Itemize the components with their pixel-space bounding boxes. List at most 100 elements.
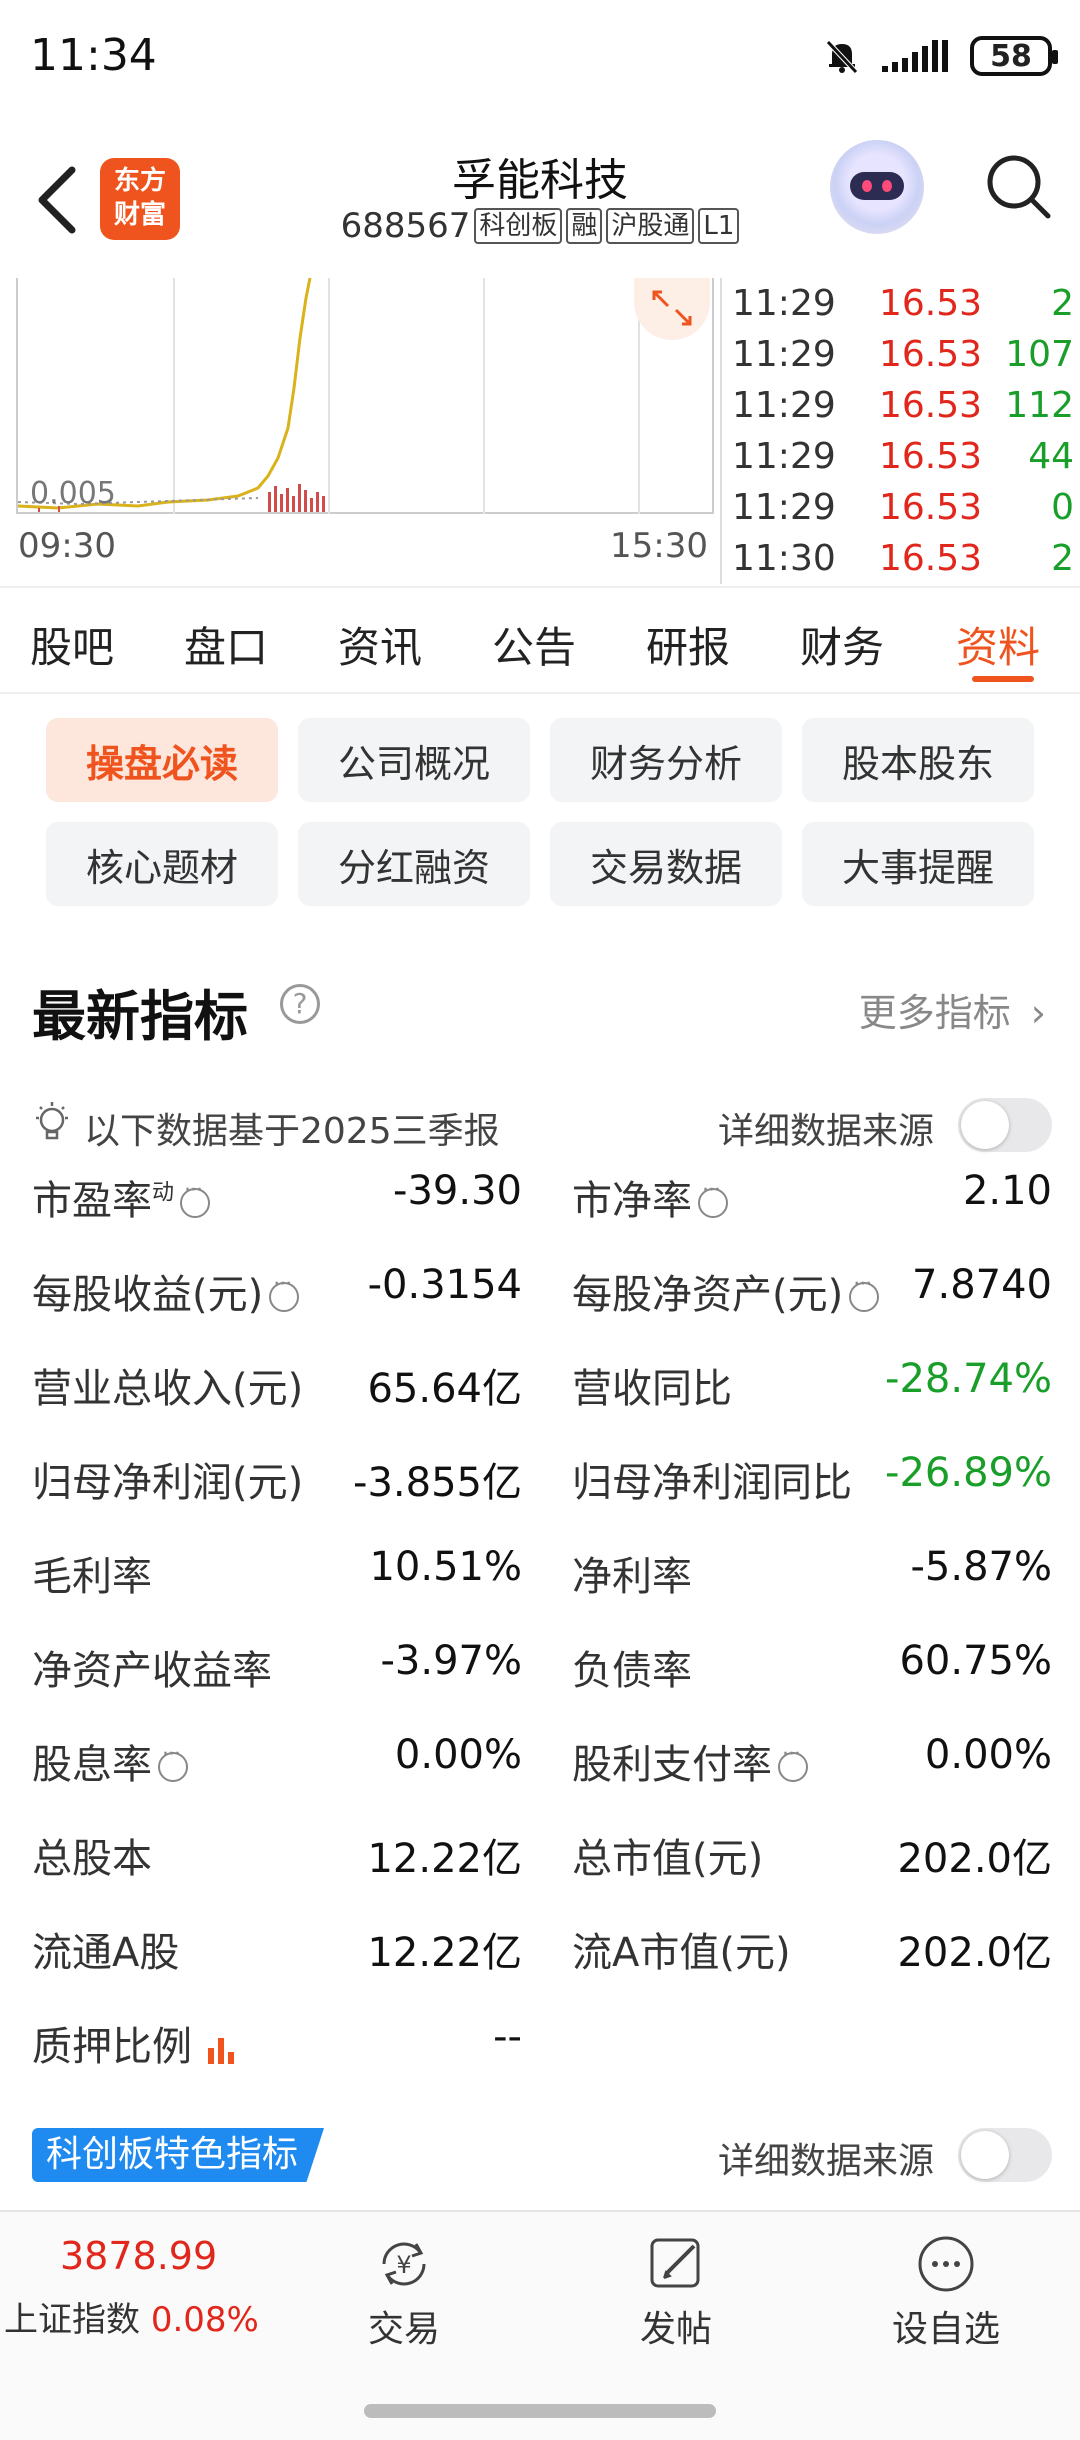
index-label: 上证指数 0.08%: [4, 2300, 259, 2340]
metric-label: 流通A股: [32, 1930, 180, 1976]
tick-time: 11:29: [732, 436, 836, 477]
expand-chart-button[interactable]: [634, 278, 710, 340]
metric-value: -28.74%: [885, 1356, 1052, 1402]
metric-label: 质押比例: [32, 2014, 238, 2072]
metric-label: 归母净利润同比: [572, 1460, 852, 1506]
home-indicator[interactable]: [364, 2404, 716, 2418]
search-icon[interactable]: [982, 150, 1054, 222]
metric-value: 202.0亿: [897, 1836, 1052, 1882]
ai-assistant-avatar[interactable]: [830, 140, 924, 234]
tick-time: 11:29: [732, 487, 836, 528]
metric-value: 0.00%: [924, 1732, 1052, 1778]
tab-announcements[interactable]: 公告: [492, 614, 576, 675]
more-dots-icon: [918, 2236, 974, 2292]
tick-time: 11:29: [732, 283, 836, 324]
info-dots-icon[interactable]: [269, 1272, 300, 1312]
tick-time: 11:30: [732, 538, 836, 579]
more-metrics-link[interactable]: 更多指标 ›: [859, 982, 1046, 1037]
metric-label: 净利率: [572, 1554, 692, 1600]
tick-row: 11:29 16.53 112: [722, 380, 1080, 431]
kcb-data-source-label: 详细数据来源: [718, 2141, 935, 2182]
tick-price: 16.53: [878, 385, 982, 426]
section-title: 最新指标: [32, 985, 248, 1048]
tick-time: 11:29: [732, 334, 836, 375]
tab-pankou[interactable]: 盘口: [184, 614, 268, 675]
metric-row: 净资产收益率 -3.97% 负债率 60.75%: [32, 1638, 1052, 1732]
subtab-dividends-financing[interactable]: 分红融资: [298, 822, 530, 906]
metric-label: 总股本: [32, 1836, 152, 1882]
nav-add-watchlist[interactable]: 设自选: [866, 2232, 1026, 2352]
data-source-toggle[interactable]: [958, 1098, 1052, 1152]
nav-post[interactable]: 发帖: [596, 2232, 756, 2352]
chart-start-time: 09:30: [18, 526, 116, 566]
info-dots-icon[interactable]: [778, 1742, 808, 1782]
stock-code: 688567: [340, 206, 471, 246]
metric-value: 65.64亿: [367, 1366, 522, 1412]
nav-trade-label: 交易: [367, 2309, 440, 2350]
chart-end-time: 15:30: [610, 526, 708, 566]
subtab-shareholders[interactable]: 股本股东: [802, 718, 1034, 802]
tick-price: 16.53: [878, 283, 982, 324]
metric-value: 10.51%: [369, 1544, 522, 1590]
info-dots-icon[interactable]: [180, 1178, 211, 1218]
status-time: 11:34: [30, 30, 157, 81]
metric-label: 总市值(元): [572, 1836, 764, 1882]
subtab-company-overview[interactable]: 公司概况: [298, 718, 530, 802]
metric-row: 质押比例 --: [32, 2014, 1052, 2108]
mute-bell-icon: [826, 40, 858, 74]
tick-volume: 0: [1051, 487, 1074, 528]
metric-label: 每股收益(元): [32, 1262, 300, 1320]
info-dots-icon[interactable]: [849, 1272, 880, 1312]
subtab-core-themes[interactable]: 核心题材: [46, 822, 278, 906]
lightbulb-icon: [36, 1102, 68, 1140]
metric-label: 股息率: [32, 1732, 188, 1790]
tick-volume: 2: [1051, 538, 1074, 579]
metric-value: 12.22亿: [367, 1836, 522, 1882]
metric-row: 总股本 12.22亿 总市值(元) 202.0亿: [32, 1826, 1052, 1920]
tick-volume: 112: [1005, 385, 1074, 426]
metric-value: 12.22亿: [367, 1930, 522, 1976]
tab-guba[interactable]: 股吧: [30, 614, 114, 675]
volume-axis-label: 0.005: [30, 476, 116, 511]
tick-price: 16.53: [878, 538, 982, 579]
data-basis-row: 以下数据基于2025三季报 详细数据来源: [32, 1098, 1052, 1152]
tick-row: 11:29 16.53 0: [722, 482, 1080, 533]
nav-trade[interactable]: ¥ 交易: [324, 2232, 484, 2352]
metric-row: 归母净利润(元) -3.855亿 归母净利润同比 -26.89%: [32, 1450, 1052, 1544]
metric-value: 202.0亿: [897, 1930, 1052, 1976]
chevron-right-icon: ›: [1030, 991, 1046, 1035]
tick-volume: 107: [1005, 334, 1074, 375]
intraday-chart[interactable]: [16, 277, 714, 514]
tab-research[interactable]: 研报: [646, 614, 730, 675]
trade-yuan-icon: ¥: [382, 2242, 426, 2286]
metric-row: 营业总收入(元) 65.64亿 营收同比 -28.74%: [32, 1356, 1052, 1450]
metric-value: -3.97%: [380, 1638, 522, 1684]
tab-profile[interactable]: 资料: [956, 614, 1040, 675]
subtab-must-read[interactable]: 操盘必读: [46, 718, 278, 802]
metric-label: 归母净利润(元): [32, 1460, 304, 1506]
tick-row: 11:29 16.53 2: [722, 278, 1080, 329]
metric-label: 毛利率: [32, 1554, 152, 1600]
bar-chart-icon[interactable]: [204, 2032, 238, 2066]
subtab-financial-analysis[interactable]: 财务分析: [550, 718, 782, 802]
help-icon[interactable]: ?: [280, 984, 320, 1024]
tab-news[interactable]: 资讯: [338, 614, 422, 675]
kcb-data-source-toggle[interactable]: [958, 2128, 1052, 2182]
metric-value: --: [493, 2014, 522, 2060]
subtab-events[interactable]: 大事提醒: [802, 822, 1034, 906]
metric-row: 市盈率动 -39.30 市净率 2.10: [32, 1168, 1052, 1262]
subtab-trading-data[interactable]: 交易数据: [550, 822, 782, 906]
active-tab-indicator: [972, 676, 1034, 682]
metric-label: 市净率: [572, 1168, 728, 1226]
info-dots-icon[interactable]: [698, 1178, 728, 1218]
status-icons: 58: [822, 36, 1058, 76]
signal-icon: [882, 40, 948, 72]
edit-post-icon: [650, 2238, 700, 2288]
tick-list[interactable]: 11:29 16.53 2 11:29 16.53 107 11:29 16.5…: [720, 278, 1080, 584]
stock-header: 东方 财富 孚能科技 688567 科创板 融 沪股通 L1: [0, 130, 1080, 270]
tab-finance[interactable]: 财务: [800, 614, 884, 675]
tick-price: 16.53: [878, 436, 982, 477]
tag-stock-connect: 沪股通: [606, 208, 695, 244]
metric-row: 股息率 0.00% 股利支付率 0.00%: [32, 1732, 1052, 1826]
info-dots-icon[interactable]: [158, 1742, 188, 1782]
